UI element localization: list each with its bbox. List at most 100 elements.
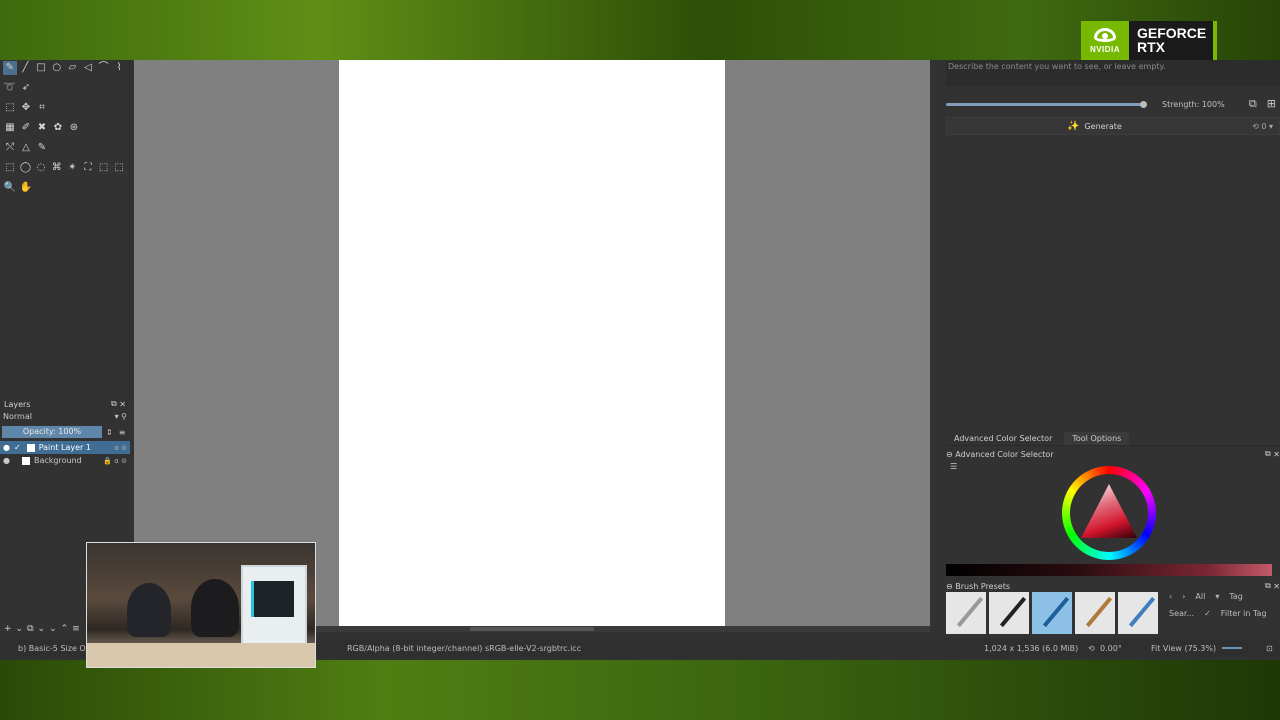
reference-tool[interactable]: ✎ bbox=[35, 141, 49, 155]
visibility-eye-icon[interactable]: ● bbox=[3, 443, 10, 452]
scrollbar-thumb[interactable] bbox=[470, 627, 594, 631]
preset-search-row: Sear... ✓ Filter in Tag bbox=[1169, 609, 1267, 618]
filter-icon[interactable]: ⚲ bbox=[121, 412, 127, 421]
tag-button[interactable]: Tag bbox=[1229, 592, 1243, 601]
tool-row: ➰ ➶ bbox=[0, 80, 129, 96]
transform-tool[interactable]: ⬚ bbox=[3, 101, 17, 115]
nvidia-logo: NVIDIA bbox=[1081, 21, 1129, 61]
brush-preset-ink[interactable] bbox=[989, 592, 1029, 634]
zoom-slider[interactable] bbox=[1222, 647, 1242, 649]
crop-tool[interactable]: ⌗ bbox=[35, 101, 49, 115]
add-region-icon[interactable]: ⊞ bbox=[1267, 97, 1276, 111]
saturation-value-triangle[interactable] bbox=[1081, 484, 1137, 538]
collapse-icon[interactable]: ⊖ bbox=[946, 582, 953, 591]
freehand-select-tool[interactable]: ◌ bbox=[34, 161, 48, 175]
ellipse-tool[interactable]: ○ bbox=[50, 61, 64, 75]
check-icon[interactable]: ✓ bbox=[1204, 609, 1211, 618]
color-picker-tool[interactable]: ✐ bbox=[19, 121, 33, 135]
freehand-brush-tool[interactable]: ✎ bbox=[3, 61, 17, 75]
prompt-input[interactable]: Describe the content you want to see, or… bbox=[946, 60, 1280, 86]
move-tool[interactable]: ✥ bbox=[19, 101, 33, 115]
rotation-icon[interactable]: ⟲ bbox=[1088, 644, 1095, 653]
tab-advanced-color-selector[interactable]: Advanced Color Selector bbox=[946, 432, 1060, 445]
polygon-select-tool[interactable]: ⬚ bbox=[112, 161, 126, 175]
gradient-tool[interactable]: ▦ bbox=[3, 121, 17, 135]
chevron-down-icon[interactable]: ⌄ bbox=[16, 624, 24, 634]
fill-tool[interactable]: ✿ bbox=[51, 121, 65, 135]
chevron-down-icon[interactable]: ▾ bbox=[1215, 592, 1219, 601]
duplicate-layer-icon[interactable]: ⧉ bbox=[27, 624, 33, 634]
colorize-mask-tool[interactable]: ✖ bbox=[35, 121, 49, 135]
close-icon[interactable]: ✕ bbox=[1273, 450, 1280, 459]
float-icon[interactable]: ⧉ bbox=[1265, 449, 1271, 459]
rectangle-tool[interactable]: □ bbox=[34, 61, 48, 75]
color-history-strip[interactable] bbox=[946, 564, 1272, 576]
layer-flags-icon[interactable]: α ⊘ bbox=[114, 444, 127, 452]
fullscreen-icon[interactable]: ⊡ bbox=[1266, 644, 1273, 653]
opacity-slider[interactable]: Opacity: 100% bbox=[2, 426, 102, 438]
bezier-tool[interactable]: ⌒ bbox=[97, 61, 111, 75]
blend-mode-select[interactable]: Normal ▾ ⚲ bbox=[0, 410, 130, 423]
move-down-icon[interactable]: ⌄ bbox=[49, 624, 57, 634]
assistant-tool[interactable]: ⤲ bbox=[3, 141, 17, 155]
close-icon[interactable]: ✕ bbox=[119, 400, 126, 409]
zoom-level[interactable]: Fit View (75.3%) bbox=[1151, 644, 1216, 653]
search-input[interactable]: Sear... bbox=[1169, 609, 1194, 618]
float-icon[interactable]: ⧉ bbox=[1265, 581, 1271, 591]
visibility-eye-icon[interactable]: ● bbox=[3, 456, 10, 465]
strength-label[interactable]: Strength: 100% bbox=[1162, 100, 1225, 109]
dynamic-brush-tool[interactable]: ➰ bbox=[3, 81, 17, 95]
polygon-tool[interactable]: ▱ bbox=[66, 61, 80, 75]
similar-select-tool[interactable]: ✴ bbox=[66, 161, 80, 175]
generate-button[interactable]: ✨ Generate bbox=[1067, 121, 1122, 132]
magnetic-select-tool[interactable]: ⛶ bbox=[81, 161, 95, 175]
brush-preset-blue-pencil[interactable] bbox=[1118, 592, 1158, 634]
polyline-tool[interactable]: ◁ bbox=[81, 61, 95, 75]
layers-header: Layers ⧉ ✕ bbox=[0, 398, 130, 410]
tag-filter-select[interactable]: All bbox=[1195, 592, 1205, 601]
brush-preset-pencil[interactable] bbox=[946, 592, 986, 634]
strength-slider[interactable] bbox=[946, 100, 1147, 108]
layer-item[interactable]: ● Background 🔒 α ⊘ bbox=[0, 454, 130, 467]
float-icon[interactable]: ⧉ bbox=[111, 399, 117, 409]
layer-item[interactable]: ● ✓ Paint Layer 1 α ⊘ bbox=[0, 441, 130, 454]
chevron-right-icon[interactable]: › bbox=[1182, 592, 1185, 601]
preset-nav-row: ‹ › All ▾ Tag bbox=[1169, 592, 1267, 601]
tab-tool-options[interactable]: Tool Options bbox=[1064, 432, 1130, 445]
move-up-icon[interactable]: ⌃ bbox=[61, 624, 69, 634]
zoom-tool[interactable]: 🔍 bbox=[3, 181, 17, 195]
lock-icon[interactable]: 🔒 α ⊘ bbox=[103, 457, 127, 465]
stepper-icon[interactable]: ⇕ bbox=[106, 428, 113, 437]
layers-stack-icon[interactable]: ⧉ bbox=[1249, 97, 1257, 111]
close-icon[interactable]: ✕ bbox=[1273, 582, 1280, 591]
ellipse-select-tool[interactable]: ◯ bbox=[19, 161, 33, 175]
current-brush-label[interactable]: b) Basic-5 Size O bbox=[18, 644, 86, 653]
brush-preset-list: ‹ › All ▾ Tag Sear... ✓ Filter in Tag bbox=[946, 592, 1280, 634]
rect-select-tool[interactable]: ⬚ bbox=[3, 161, 17, 175]
measure-tool[interactable]: △ bbox=[19, 141, 33, 155]
hue-wheel[interactable] bbox=[1062, 466, 1156, 560]
rotation-value[interactable]: 0.00° bbox=[1100, 644, 1122, 653]
brush-presets-header: ⊖ Brush Presets ⧉ ✕ bbox=[946, 580, 1280, 592]
filter-in-tag-label[interactable]: Filter in Tag bbox=[1221, 609, 1267, 618]
collapse-icon[interactable]: ⊖ bbox=[946, 450, 953, 459]
enclose-fill-tool[interactable]: ⊛ bbox=[67, 121, 81, 135]
chevron-down-icon[interactable]: ⌄ bbox=[38, 624, 46, 634]
freehand-path-tool[interactable]: ⌇ bbox=[112, 61, 126, 75]
color-profile-label: RGB/Alpha (8-bit integer/channel) sRGB-e… bbox=[347, 644, 582, 653]
brush-preset-sketch[interactable] bbox=[1075, 592, 1115, 634]
pan-tool[interactable]: ✋ bbox=[19, 181, 33, 195]
brush-preset-marker[interactable] bbox=[1032, 592, 1072, 634]
menu-icon[interactable]: ≡ bbox=[119, 428, 126, 437]
check-icon[interactable]: ✓ bbox=[14, 443, 21, 452]
settings-icon[interactable]: ☰ bbox=[950, 462, 957, 471]
multibrush-tool[interactable]: ➶ bbox=[19, 81, 33, 95]
bezier-select-tool[interactable]: ⬚ bbox=[97, 161, 111, 175]
line-tool[interactable]: ╱ bbox=[19, 61, 33, 75]
add-layer-icon[interactable]: + bbox=[4, 624, 12, 634]
queue-counter[interactable]: ⟲ 0 ▾ bbox=[1252, 122, 1279, 131]
menu-icon[interactable]: ≡ bbox=[72, 624, 80, 634]
chevron-left-icon[interactable]: ‹ bbox=[1169, 592, 1172, 601]
contiguous-select-tool[interactable]: ⌘ bbox=[50, 161, 64, 175]
document-canvas[interactable] bbox=[339, 60, 725, 626]
